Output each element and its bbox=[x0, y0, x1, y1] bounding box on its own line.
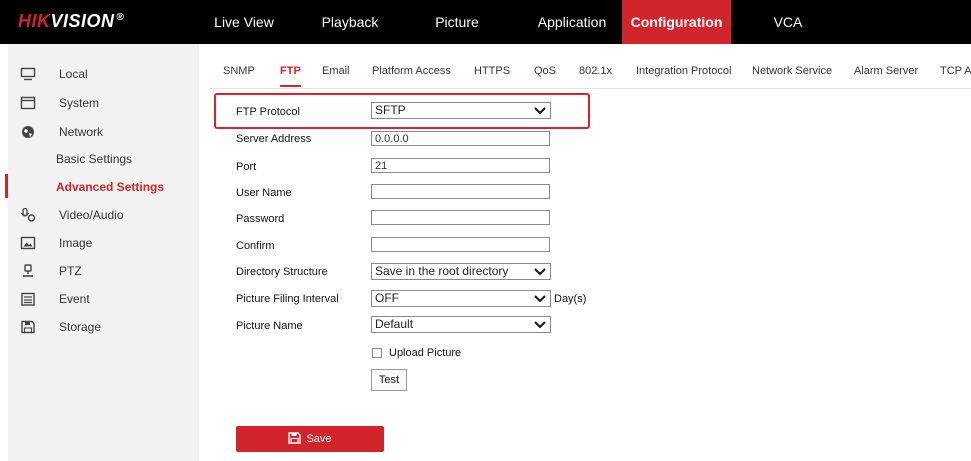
floppy-disk-icon bbox=[21, 320, 35, 334]
picture-filing-interval-value: OFF bbox=[375, 291, 399, 305]
tab-alarm-server[interactable]: Alarm Server bbox=[854, 62, 918, 80]
save-button-label: Save bbox=[306, 433, 332, 445]
chevron-down-icon bbox=[534, 295, 546, 303]
sidebar-item-video-audio[interactable]: Video/Audio bbox=[8, 201, 199, 229]
test-button[interactable]: Test bbox=[371, 369, 407, 391]
chevron-down-icon bbox=[534, 321, 546, 329]
tab-snmp[interactable]: SNMP bbox=[223, 62, 255, 80]
nav-vca[interactable]: VCA bbox=[765, 0, 811, 44]
logo-hik-text: HIK bbox=[18, 11, 51, 31]
sidebar-item-label: Video/Audio bbox=[59, 208, 124, 222]
sidebar-item-system[interactable]: System bbox=[8, 89, 199, 117]
picture-name-value: Default bbox=[375, 317, 414, 331]
sidebar-item-label: Event bbox=[59, 292, 90, 306]
tab-https[interactable]: HTTPS bbox=[474, 62, 510, 80]
microphone-camera-icon bbox=[20, 208, 36, 222]
sidebar-item-network[interactable]: Network bbox=[8, 118, 199, 146]
password-label: Password bbox=[236, 213, 285, 225]
tab-network-service[interactable]: Network Service bbox=[752, 62, 832, 80]
sidebar-subitem-label: Basic Settings bbox=[56, 152, 133, 166]
save-button[interactable]: Save bbox=[236, 426, 384, 452]
ftp-protocol-label: FTP Protocol bbox=[236, 106, 300, 118]
ftp-protocol-select[interactable]: SFTP bbox=[371, 102, 551, 119]
user-name-label: User Name bbox=[236, 187, 292, 199]
sidebar-item-label: Storage bbox=[59, 320, 102, 334]
calendar-icon bbox=[21, 292, 35, 306]
nav-live-view[interactable]: Live View bbox=[212, 0, 276, 44]
sidebar-item-storage[interactable]: Storage bbox=[8, 313, 199, 341]
picture-filing-interval-unit: Day(s) bbox=[554, 293, 587, 305]
tab-email[interactable]: Email bbox=[322, 62, 350, 80]
tab-tcp[interactable]: TCP A bbox=[940, 62, 971, 80]
sidebar-item-label: System bbox=[59, 96, 100, 110]
sidebar-subitem-advanced-settings[interactable]: Advanced Settings bbox=[8, 173, 199, 201]
directory-structure-label: Directory Structure bbox=[236, 266, 328, 278]
tab-divider bbox=[210, 88, 971, 89]
hikvision-logo: HIKVISION ® bbox=[18, 11, 124, 32]
tab-802-1x[interactable]: 802.1x bbox=[579, 62, 612, 80]
sidebar-subitem-basic-settings[interactable]: Basic Settings bbox=[8, 145, 199, 173]
sidebar-item-label: Image bbox=[59, 236, 93, 250]
upload-picture-checkbox[interactable] bbox=[372, 348, 382, 358]
directory-structure-select[interactable]: Save in the root directory bbox=[371, 263, 551, 280]
tab-integration-protocol[interactable]: Integration Protocol bbox=[636, 62, 731, 80]
image-icon bbox=[20, 236, 36, 250]
top-navigation-bar: HIKVISION ® Live View Playback Picture Ap… bbox=[0, 0, 971, 44]
server-address-label: Server Address bbox=[236, 133, 312, 145]
logo-registered-mark: ® bbox=[116, 12, 125, 23]
monitor-icon bbox=[20, 67, 36, 81]
tab-ftp[interactable]: FTP bbox=[280, 62, 301, 87]
ftp-protocol-value: SFTP bbox=[375, 103, 406, 117]
globe-icon bbox=[22, 126, 34, 138]
confirm-password-input[interactable] bbox=[371, 237, 550, 252]
ptz-camera-icon bbox=[23, 264, 33, 277]
port-input[interactable] bbox=[371, 158, 550, 173]
nav-application[interactable]: Application bbox=[533, 0, 611, 44]
directory-structure-value: Save in the root directory bbox=[375, 264, 509, 278]
password-input[interactable] bbox=[371, 210, 550, 225]
nav-playback[interactable]: Playback bbox=[318, 0, 382, 44]
tab-qos[interactable]: QoS bbox=[534, 62, 556, 80]
sidebar-item-ptz[interactable]: PTZ bbox=[8, 257, 199, 285]
sidebar-item-local[interactable]: Local bbox=[8, 60, 199, 88]
server-address-input[interactable] bbox=[371, 131, 550, 146]
picture-filing-interval-select[interactable]: OFF bbox=[371, 290, 551, 307]
sidebar-item-image[interactable]: Image bbox=[8, 229, 199, 257]
picture-name-label: Picture Name bbox=[236, 320, 303, 332]
window-icon bbox=[20, 96, 36, 110]
sidebar-item-label: Network bbox=[59, 125, 104, 139]
nav-configuration[interactable]: Configuration bbox=[622, 0, 731, 44]
nav-picture[interactable]: Picture bbox=[428, 0, 486, 44]
user-name-input[interactable] bbox=[371, 184, 550, 199]
picture-name-select[interactable]: Default bbox=[371, 316, 551, 333]
sidebar-subitem-label: Advanced Settings bbox=[56, 180, 165, 194]
chevron-down-icon bbox=[534, 268, 546, 276]
upload-picture-label: Upload Picture bbox=[389, 347, 462, 359]
picture-filing-interval-label: Picture Filing Interval bbox=[236, 293, 339, 305]
chevron-down-icon bbox=[534, 107, 546, 115]
save-icon bbox=[288, 432, 302, 444]
port-label: Port bbox=[236, 161, 257, 173]
confirm-label: Confirm bbox=[236, 240, 275, 252]
logo-vision-text: VISION bbox=[50, 11, 115, 31]
tab-platform-access[interactable]: Platform Access bbox=[372, 62, 451, 80]
sidebar-item-label: PTZ bbox=[59, 264, 82, 278]
sidebar-item-label: Local bbox=[59, 67, 88, 81]
sidebar-item-event[interactable]: Event bbox=[8, 285, 199, 313]
